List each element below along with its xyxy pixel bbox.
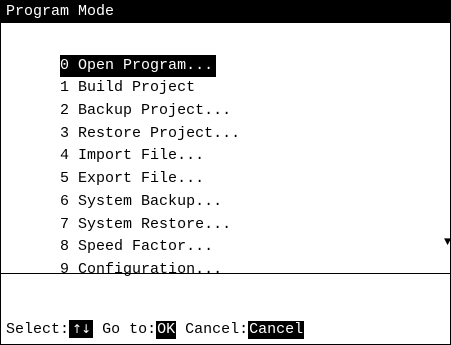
menu-item-key: 6 <box>60 192 70 210</box>
program-mode-screen: Program Mode 0 Open Program... 1 Build P… <box>0 0 451 345</box>
menu-item-label: System Backup... <box>78 192 223 210</box>
menu-item-key: 8 <box>60 238 70 256</box>
goto-hint-label: Go to: <box>93 321 157 338</box>
status-divider <box>1 273 450 274</box>
cancel-hint-label: Cancel: <box>176 321 249 338</box>
menu-item-label: System Restore... <box>78 215 232 233</box>
menu-item-label: Build Project <box>78 79 196 97</box>
select-hint-label: Select: <box>6 321 70 338</box>
menu-item-label: Configuration... <box>78 260 223 278</box>
menu-item-label: Backup Project... <box>78 102 232 120</box>
menu-item-label: Import File... <box>78 147 205 165</box>
menu-item-key: 0 <box>60 56 70 74</box>
menu-item-label: Export File... <box>78 170 205 188</box>
cancel-key[interactable]: Cancel <box>248 321 305 339</box>
menu-item-key: 7 <box>60 215 70 233</box>
menu-item-key: 4 <box>60 147 70 165</box>
menu-item-open-program[interactable]: 0 Open Program... <box>1 32 450 78</box>
menu-item-label: Speed Factor... <box>78 238 214 256</box>
menu-item-key: 1 <box>60 79 70 97</box>
status-bar: Select: ↑↓ Go to:OK Cancel:Cancel <box>1 319 305 341</box>
menu-item-label: Open Program... <box>78 56 214 74</box>
up-down-arrows-icon: ↑↓ <box>69 320 94 338</box>
menu-item-key: 3 <box>60 124 70 142</box>
window-title: Program Mode <box>1 1 450 23</box>
menu-item-label: Restore Project... <box>78 124 241 142</box>
menu-item-key: 5 <box>60 170 70 188</box>
program-menu: 0 Open Program... 1 Build Project 2 Back… <box>1 32 450 278</box>
menu-item-key: 2 <box>60 102 70 120</box>
menu-item-key: 9 <box>60 260 70 278</box>
ok-key[interactable]: OK <box>156 321 177 339</box>
scroll-down-indicator-icon: ▼ <box>444 237 450 247</box>
